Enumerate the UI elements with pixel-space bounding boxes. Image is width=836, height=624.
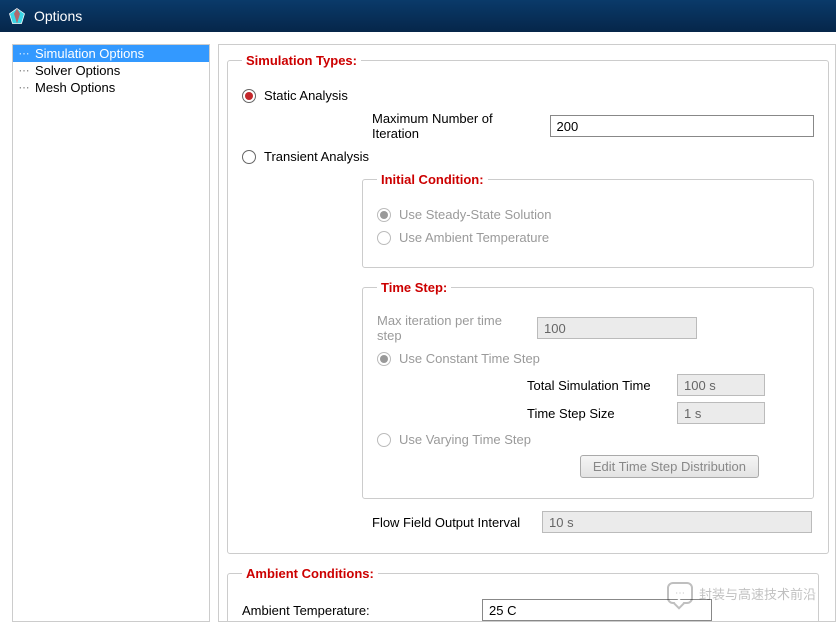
use-ambient-temp-radio: Use Ambient Temperature <box>377 230 799 245</box>
max-iteration-input[interactable] <box>550 115 814 137</box>
sidebar-item-simulation-options[interactable]: ⋯ Simulation Options <box>13 45 209 62</box>
max-iter-per-step-label: Max iteration per time step <box>377 313 527 343</box>
initial-condition-legend: Initial Condition: <box>377 172 488 187</box>
initial-condition-group: Initial Condition: Use Steady-State Solu… <box>362 172 814 268</box>
use-ambient-temp-label: Use Ambient Temperature <box>399 230 549 245</box>
max-iteration-row: Maximum Number of Iteration <box>242 111 814 141</box>
main-panel: Simulation Types: Static Analysis Maximu… <box>218 44 836 622</box>
transient-analysis-radio[interactable]: Transient Analysis <box>242 149 814 164</box>
max-iter-per-step-row: Max iteration per time step <box>377 313 799 343</box>
simulation-types-legend: Simulation Types: <box>242 53 361 68</box>
max-iter-per-step-input <box>537 317 697 339</box>
radio-dot-icon <box>377 208 391 222</box>
use-varying-timestep-label: Use Varying Time Step <box>399 432 531 447</box>
time-step-group: Time Step: Max iteration per time step U… <box>362 280 814 499</box>
ambient-temp-label: Ambient Temperature: <box>242 603 472 618</box>
sidebar-item-label: Simulation Options <box>35 46 144 61</box>
ambient-conditions-group: Ambient Conditions: Ambient Temperature:… <box>227 566 819 622</box>
total-sim-time-row: Total Simulation Time <box>377 374 799 396</box>
radio-dot-icon <box>377 433 391 447</box>
ambient-temp-input[interactable] <box>482 599 712 621</box>
ambient-conditions-legend: Ambient Conditions: <box>242 566 378 581</box>
sidebar-item-label: Solver Options <box>35 63 120 78</box>
tree-branch-icon: ⋯ <box>17 81 31 94</box>
use-steady-state-label: Use Steady-State Solution <box>399 207 551 222</box>
sidebar-item-label: Mesh Options <box>35 80 115 95</box>
radio-dot-icon <box>242 150 256 164</box>
sidebar: ⋯ Simulation Options ⋯ Solver Options ⋯ … <box>12 44 210 622</box>
step-size-row: Time Step Size <box>377 402 799 424</box>
flow-output-input <box>542 511 812 533</box>
use-constant-timestep-radio: Use Constant Time Step <box>377 351 799 366</box>
tree-branch-icon: ⋯ <box>17 64 31 77</box>
simulation-types-group: Simulation Types: Static Analysis Maximu… <box>227 53 829 554</box>
step-size-input <box>677 402 765 424</box>
time-step-legend: Time Step: <box>377 280 451 295</box>
titlebar: Options <box>0 0 836 32</box>
options-tree: ⋯ Simulation Options ⋯ Solver Options ⋯ … <box>13 45 209 96</box>
use-varying-timestep-radio: Use Varying Time Step <box>377 432 799 447</box>
flow-output-label: Flow Field Output Interval <box>372 515 532 530</box>
static-analysis-radio[interactable]: Static Analysis <box>242 88 814 103</box>
radio-dot-icon <box>377 352 391 366</box>
edit-time-step-dist-button: Edit Time Step Distribution <box>580 455 759 478</box>
window-title: Options <box>34 8 82 24</box>
app-icon <box>8 7 26 25</box>
use-steady-state-radio: Use Steady-State Solution <box>377 207 799 222</box>
ambient-temp-row: Ambient Temperature: <box>242 599 804 621</box>
sidebar-item-mesh-options[interactable]: ⋯ Mesh Options <box>13 79 209 96</box>
radio-dot-icon <box>377 231 391 245</box>
sidebar-item-solver-options[interactable]: ⋯ Solver Options <box>13 62 209 79</box>
step-size-label: Time Step Size <box>527 406 667 421</box>
flow-output-row: Flow Field Output Interval <box>242 511 814 533</box>
static-analysis-label: Static Analysis <box>264 88 348 103</box>
radio-dot-icon <box>242 89 256 103</box>
total-sim-time-label: Total Simulation Time <box>527 378 667 393</box>
max-iteration-label: Maximum Number of Iteration <box>372 111 540 141</box>
total-sim-time-input <box>677 374 765 396</box>
use-constant-timestep-label: Use Constant Time Step <box>399 351 540 366</box>
edit-dist-row: Edit Time Step Distribution <box>377 455 799 478</box>
transient-analysis-label: Transient Analysis <box>264 149 369 164</box>
tree-branch-icon: ⋯ <box>17 47 31 60</box>
